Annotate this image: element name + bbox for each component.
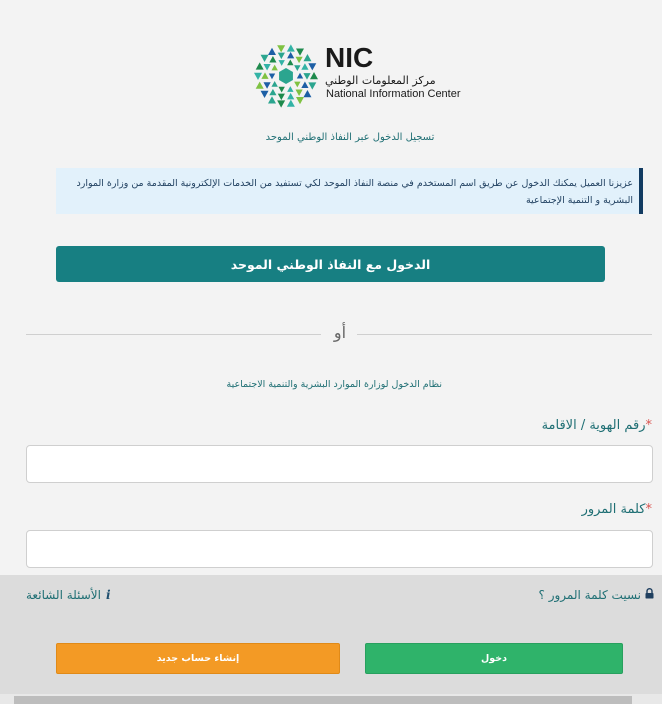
create-account-button[interactable]: إنشاء حساب جديد — [56, 643, 340, 674]
nic-logo: NIC مركز المعلومات الوطني National Infor… — [253, 42, 463, 112]
logo-abbr: NIC — [325, 42, 374, 73]
password-field-label: *كلمة المرور — [582, 502, 652, 517]
page-subtitle: تسجيل الدخول عبر النفاذ الوطني الموحد — [265, 132, 435, 143]
logo-english-name: National Information Center — [326, 88, 461, 100]
password-input[interactable] — [26, 530, 653, 568]
faq-link[interactable]: i الأسئلة الشائعة — [26, 588, 111, 602]
forgot-password-link[interactable]: نسيت كلمة المرور ؟ — [539, 588, 654, 602]
login-button[interactable]: دخول — [365, 643, 623, 674]
id-number-input[interactable] — [26, 445, 653, 483]
nafath-login-button[interactable]: الدخول مع النفاذ الوطني الموحد — [56, 246, 605, 282]
divider-or-label: أو — [333, 323, 347, 342]
faq-link-label: الأسئلة الشائعة — [26, 588, 101, 602]
password-field-label-text: كلمة المرور — [581, 502, 646, 517]
lock-icon — [645, 588, 654, 602]
scrollbar-thumb[interactable] — [14, 696, 632, 704]
forgot-password-label: نسيت كلمة المرور ؟ — [538, 588, 641, 602]
notice-text: عزيزنا العميل يمكنك الدخول عن طريق اسم ا… — [76, 178, 633, 206]
required-mark: * — [645, 502, 653, 517]
system-title: نظام الدخول لوزارة الموارد البشرية والتن… — [226, 379, 443, 390]
id-field-label: *رقم الهوية / الاقامة — [542, 418, 652, 433]
divider-line-left — [26, 334, 321, 335]
required-mark: * — [645, 418, 653, 433]
info-icon: i — [106, 588, 111, 602]
id-field-label-text: رقم الهوية / الاقامة — [541, 418, 646, 433]
divider-line-right — [357, 334, 652, 335]
info-notice: عزيزنا العميل يمكنك الدخول عن طريق اسم ا… — [56, 168, 643, 214]
logo-arabic-name: مركز المعلومات الوطني — [325, 74, 436, 87]
nic-emblem-icon — [254, 44, 318, 108]
horizontal-scrollbar[interactable] — [0, 694, 662, 704]
